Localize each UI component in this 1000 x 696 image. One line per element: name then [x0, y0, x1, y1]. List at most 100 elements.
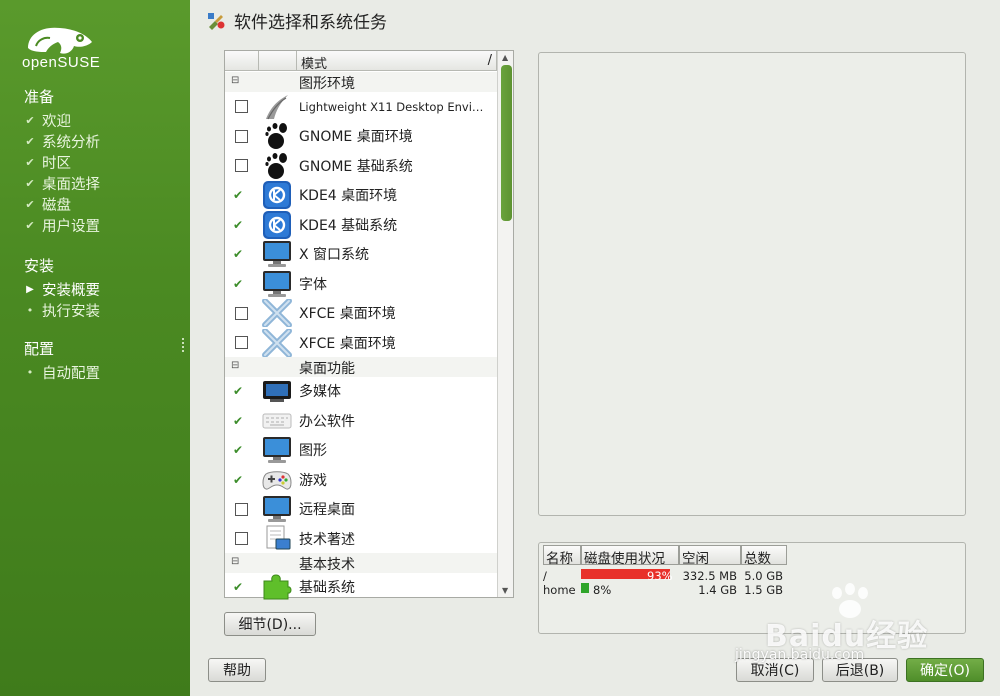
disk-free: 1.4 GB — [698, 583, 737, 597]
collapse-icon[interactable]: ⊟ — [231, 360, 239, 371]
pattern-row[interactable]: 远程桌面 — [225, 495, 497, 524]
nav-item: • 执行安装 — [24, 300, 100, 321]
kde-icon — [261, 181, 293, 210]
pattern-row[interactable]: XFCE 桌面环境 — [225, 328, 497, 357]
checkbox[interactable] — [235, 306, 248, 320]
list-scrollbar[interactable]: ▲ ▼ — [497, 51, 513, 597]
checked-icon[interactable]: ✔ — [233, 443, 243, 457]
pattern-label: KDE4 基础系统 — [299, 217, 398, 234]
scrollbar-thumb[interactable] — [501, 65, 512, 221]
scroll-down-icon[interactable]: ▼ — [502, 586, 508, 595]
disk-header-free[interactable]: 空闲 — [679, 545, 741, 567]
group-label: 基本技术 — [299, 556, 355, 573]
checked-icon[interactable]: ✔ — [233, 188, 243, 202]
nav-item: ✔ 欢迎 — [24, 110, 71, 131]
bullet-icon: • — [26, 366, 34, 379]
pattern-row[interactable]: XFCE 桌面环境 — [225, 299, 497, 328]
pattern-row[interactable]: GNOME 桌面环境 — [225, 122, 497, 151]
scroll-up-icon[interactable]: ▲ — [502, 53, 508, 62]
checked-icon[interactable]: ✔ — [233, 247, 243, 261]
pattern-label: 多媒体 — [299, 384, 341, 400]
group-row[interactable]: ⊟ 桌面功能 — [225, 356, 497, 377]
pattern-row[interactable]: ✔ 多媒体 — [225, 377, 497, 406]
disk-table-header: 名称 磁盘使用状况 空闲 总数 — [543, 545, 787, 567]
gamepad-icon — [261, 465, 293, 494]
chameleon-icon — [28, 27, 92, 54]
group-label: 图形环境 — [299, 76, 355, 92]
checkbox[interactable] — [235, 159, 248, 172]
pattern-label: XFCE 桌面环境 — [299, 306, 396, 322]
xfce-icon — [261, 328, 293, 357]
watermark: Baidu经验 jingyan.baidu.com — [735, 583, 928, 663]
usage-percent: 8% — [593, 583, 612, 597]
software-install-icon — [208, 12, 225, 30]
pattern-row[interactable]: ✔ 游戏 — [225, 465, 497, 494]
watermark-url: jingyan.baidu.com — [735, 647, 865, 663]
pattern-label: 字体 — [299, 276, 327, 293]
pattern-label: 基础系统 — [299, 580, 355, 596]
pattern-row[interactable]: ✔ X 窗口系统 — [225, 240, 497, 269]
pattern-label: GNOME 桌面环境 — [299, 129, 413, 145]
checked-icon[interactable]: ✔ — [233, 277, 243, 291]
group-row[interactable]: ⊟ 基本技术 — [225, 552, 497, 573]
pattern-row[interactable]: ✔ 字体 — [225, 269, 497, 298]
details-button[interactable]: 细节(D)... — [224, 612, 316, 636]
disk-total: 5.0 GB — [744, 569, 783, 583]
nav-item: ✔ 用户设置 — [24, 215, 100, 236]
header-col-icon[interactable] — [259, 51, 297, 71]
nav-item-label: 欢迎 — [42, 114, 71, 130]
checkbox[interactable] — [235, 502, 248, 516]
monitor-icon — [261, 436, 293, 465]
header-col-pattern[interactable]: 模式 / — [297, 51, 497, 72]
list-header: 模式 / — [225, 51, 497, 72]
pattern-label: 办公软件 — [299, 413, 355, 430]
pattern-row[interactable]: ✔ 图形 — [225, 436, 497, 465]
pattern-row[interactable]: Lightweight X11 Desktop Envi… — [225, 92, 497, 121]
opensuse-logo: openSUSE — [22, 22, 102, 71]
disk-free: 332.5 MB — [682, 569, 737, 583]
collapse-icon[interactable]: ⊟ — [231, 556, 239, 567]
usage-bar — [581, 583, 589, 593]
group-row[interactable]: ⊟ 图形环境 — [225, 72, 497, 92]
check-icon: ✔ — [25, 114, 35, 127]
pattern-label: XFCE 桌面环境 — [299, 335, 396, 352]
pattern-row[interactable]: GNOME 基础系统 — [225, 151, 497, 180]
checked-icon[interactable]: ✔ — [233, 414, 243, 428]
check-icon: ✔ — [25, 156, 35, 169]
monitor-icon — [261, 240, 293, 269]
check-icon: ✔ — [25, 219, 35, 232]
checkbox[interactable] — [235, 532, 248, 545]
pattern-row[interactable]: ✔ 办公软件 — [225, 406, 497, 435]
disk-name: home — [543, 583, 576, 597]
pattern-row[interactable]: ✔ 基础系统 — [225, 573, 497, 602]
pattern-list[interactable]: 模式 / ⊟ 图形环境 Lightweight X11 Desktop Envi… G… — [224, 50, 514, 600]
checkbox[interactable] — [235, 129, 248, 143]
disk-header-total[interactable]: 总数 — [741, 545, 787, 567]
disk-header-name[interactable]: 名称 — [543, 545, 581, 567]
header-col-check[interactable] — [225, 51, 259, 71]
header-sort-indicator: / — [487, 53, 492, 68]
brand-name: openSUSE — [22, 54, 101, 71]
collapse-icon[interactable]: ⊟ — [231, 75, 239, 86]
checked-icon[interactable]: ✔ — [233, 580, 243, 594]
checked-icon[interactable]: ✔ — [233, 473, 243, 487]
nav-item: ✔ 时区 — [24, 152, 71, 173]
checked-icon[interactable]: ✔ — [233, 384, 243, 398]
checkbox[interactable] — [235, 100, 248, 113]
checkbox[interactable] — [235, 336, 248, 349]
pattern-row[interactable]: 技术著述 — [225, 524, 497, 553]
pattern-label: 远程桌面 — [299, 502, 355, 518]
disk-header-usage[interactable]: 磁盘使用状况 — [581, 545, 679, 567]
pattern-row[interactable]: ✔ KDE4 基础系统 — [225, 210, 497, 239]
window-title-text: 软件选择和系统任务 — [234, 13, 387, 33]
ok-button[interactable]: 确定(O) — [906, 658, 984, 682]
checked-icon[interactable]: ✔ — [233, 218, 243, 232]
help-button[interactable]: 帮助 — [208, 658, 266, 682]
pattern-row[interactable]: ✔ KDE4 桌面环境 — [225, 181, 497, 210]
sidebar-grip[interactable] — [182, 338, 185, 352]
document-icon — [261, 524, 293, 553]
nav-item: ✔ 磁盘 — [24, 194, 71, 215]
nav-item: • 自动配置 — [24, 362, 100, 383]
puzzle-icon — [261, 573, 293, 602]
nav-item: ✔ 桌面选择 — [24, 173, 100, 194]
